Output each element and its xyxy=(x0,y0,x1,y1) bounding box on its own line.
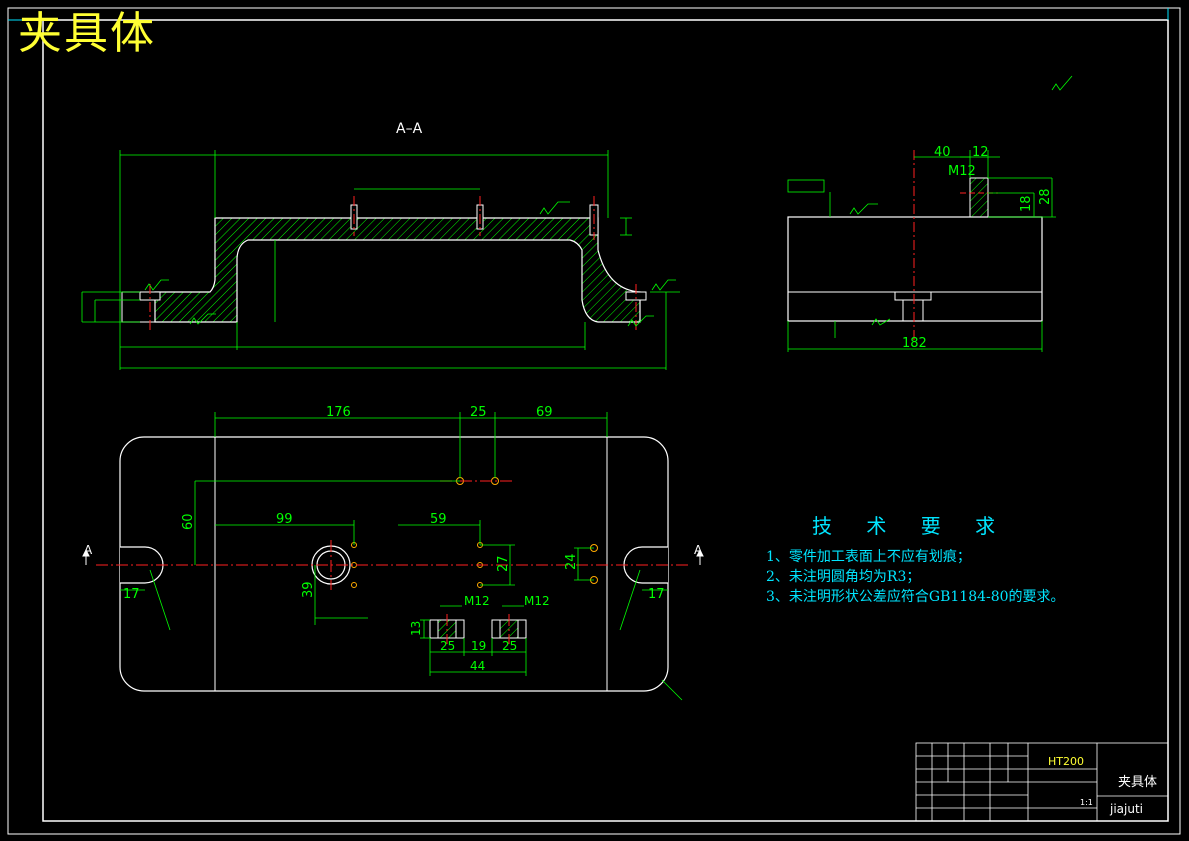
plan-view: A A 176 25 69 60 99 59 39 27 24 17 17 M1… xyxy=(82,405,704,701)
side-dim-12: 12 xyxy=(972,145,989,160)
side-dim-28: 28 xyxy=(1038,188,1053,205)
plan-dim-59: 59 xyxy=(430,512,447,527)
inner-border xyxy=(42,19,1169,822)
side-dim-182: 182 xyxy=(902,336,927,351)
side-body xyxy=(787,216,1043,322)
plan-dim-60: 60 xyxy=(181,513,196,530)
plan-body xyxy=(119,436,669,692)
plan-holes xyxy=(351,477,598,588)
side-dim-40: 40 xyxy=(934,145,951,160)
side-dim-18: 18 xyxy=(1019,195,1034,212)
side-threaded-block xyxy=(969,177,989,218)
plan-dim-44: 44 xyxy=(470,659,485,673)
plan-dim-19: 19 xyxy=(471,639,486,653)
plan-dim-17-right: 17 xyxy=(648,587,665,602)
plan-dim-m12-right: M12 xyxy=(524,594,550,608)
tech-item-1: 1、零件加工表面上不应有划痕； xyxy=(766,549,971,565)
plan-dim-17-left: 17 xyxy=(123,587,140,602)
side-view: 40 12 M12 18 28 182 xyxy=(787,145,1056,352)
cad-drawing: A–A 40 12 M12 18 28 182 A A 176 25 69 60… xyxy=(7,7,1181,835)
tech-item-2: 2、未注明圆角均为R3； xyxy=(766,569,921,585)
plan-dim-25b: 25 xyxy=(440,639,455,653)
flatness-frame xyxy=(787,179,825,193)
side-counterbore xyxy=(894,291,932,301)
corner-marks xyxy=(8,8,1169,21)
section-view: A–A xyxy=(81,75,1073,370)
drawing-title: 夹具体 xyxy=(18,8,156,59)
plan-dim-13: 13 xyxy=(409,621,423,636)
section-mark-right: A xyxy=(694,543,703,557)
plan-centerlines xyxy=(96,480,690,644)
plan-dimension-lines xyxy=(120,412,683,701)
plan-dim-69: 69 xyxy=(536,405,553,420)
plan-dim-25a: 25 xyxy=(470,405,487,420)
section-arrows xyxy=(82,548,704,565)
plan-dim-99: 99 xyxy=(276,512,293,527)
plan-dim-39: 39 xyxy=(301,581,316,598)
title-block-material: HT200 xyxy=(1048,755,1084,768)
threaded-blocks xyxy=(429,619,527,639)
tech-heading: 技 术 要 求 xyxy=(812,514,1010,538)
section-hatch xyxy=(154,217,641,323)
title-block-scale: 1:1 xyxy=(1080,798,1093,807)
plan-dim-25c: 25 xyxy=(502,639,517,653)
title-block-drawing-no: jiajuti xyxy=(1109,802,1143,816)
section-mark-left: A xyxy=(84,543,93,557)
side-dimensions xyxy=(787,150,1056,352)
plan-dim-176: 176 xyxy=(326,405,351,420)
plan-dim-27: 27 xyxy=(496,555,511,572)
plan-dim-m12-left: M12 xyxy=(464,594,490,608)
technical-requirements: 技 术 要 求 1、零件加工表面上不应有划痕； 2、未注明圆角均为R3； 3、未… xyxy=(766,510,1065,607)
section-label: A–A xyxy=(396,121,423,137)
outer-border xyxy=(7,7,1181,835)
side-hole xyxy=(902,299,924,322)
side-dim-m12: M12 xyxy=(948,164,976,179)
tech-item-3: 3、未注明形状公差应符合GB1184-80的要求。 xyxy=(766,589,1065,605)
title-block-part-name: 夹具体 xyxy=(1118,775,1157,790)
plan-dim-24: 24 xyxy=(564,553,579,570)
